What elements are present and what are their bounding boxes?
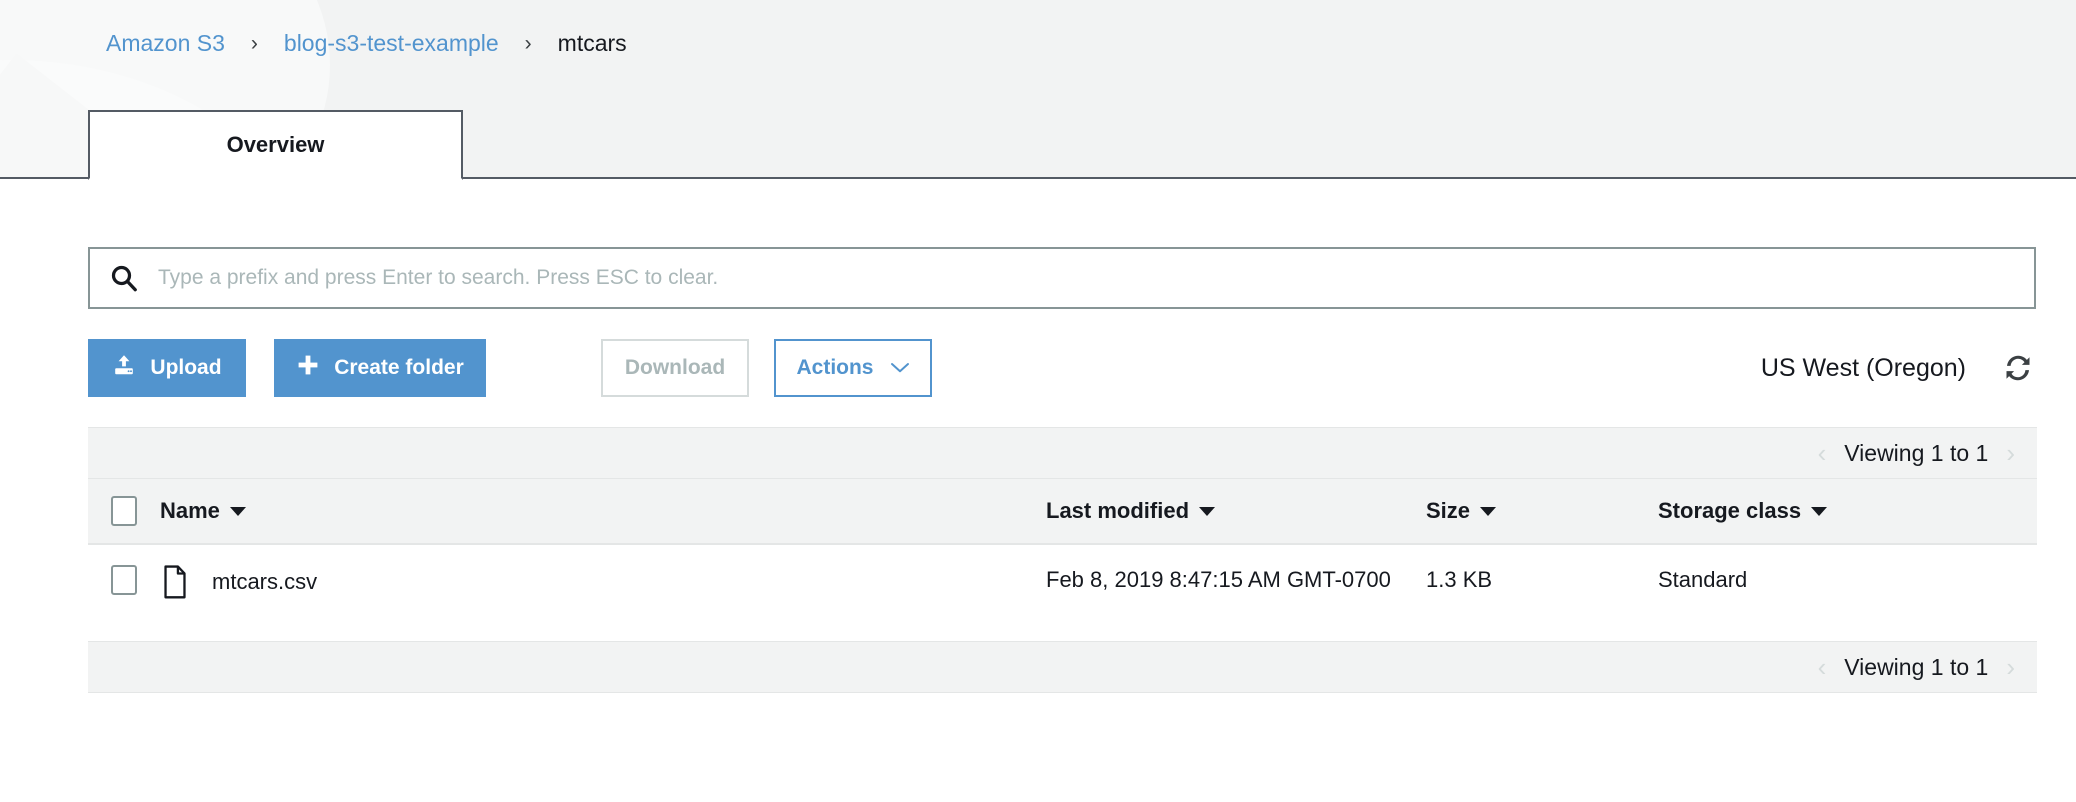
column-header-name[interactable]: Name (160, 498, 246, 524)
upload-icon (112, 353, 136, 383)
actions-button-label: Actions (796, 356, 874, 379)
select-all-cell (88, 496, 160, 526)
column-header-storage-class[interactable]: Storage class (1658, 498, 1828, 524)
row-select-cell (88, 565, 160, 595)
sort-caret-icon (229, 506, 246, 516)
column-header-size-label: Size (1426, 498, 1471, 523)
file-icon (160, 565, 190, 599)
breadcrumb-separator: › (524, 31, 532, 55)
file-name-link[interactable]: mtcars.csv (212, 569, 317, 595)
pagination-label: Viewing 1 to 1 (1844, 653, 1989, 680)
chevron-left-icon[interactable]: ‹ (1818, 440, 1827, 466)
pagination-label: Viewing 1 to 1 (1844, 439, 1989, 466)
pagination-top: ‹ Viewing 1 to 1 › (88, 427, 2037, 479)
column-header-storage-class-label: Storage class (1658, 498, 1802, 523)
create-folder-button-label: Create folder (334, 356, 464, 379)
region-selector: US West (Oregon) (1761, 339, 2036, 397)
search-icon (98, 263, 150, 293)
chevron-left-icon[interactable]: ‹ (1818, 654, 1827, 680)
tab-overview[interactable]: Overview (88, 110, 463, 180)
sort-caret-icon (1199, 506, 1216, 516)
breadcrumb-item-amazon-s3[interactable]: Amazon S3 (106, 30, 225, 57)
select-all-checkbox[interactable] (111, 496, 137, 526)
column-header-name-cell: Name (160, 498, 1046, 524)
column-header-size-cell: Size (1426, 498, 1658, 524)
search-input[interactable] (150, 266, 2034, 290)
breadcrumb-item-bucket[interactable]: blog-s3-test-example (284, 30, 499, 57)
chevron-right-icon[interactable]: › (2006, 440, 2015, 466)
row-last-modified: Feb 8, 2019 8:47:15 AM GMT-0700 (1046, 567, 1391, 592)
row-storage-class: Standard (1658, 567, 1748, 592)
row-checkbox[interactable] (111, 565, 137, 595)
action-toolbar: Upload Create folder Download Actions US… (88, 339, 2036, 397)
chevron-right-icon[interactable]: › (2006, 654, 2015, 680)
table-header-row: Name Last modified Size Storage class (88, 479, 2037, 545)
download-button[interactable]: Download (601, 339, 749, 397)
row-name-cell: mtcars.csv (160, 565, 1046, 599)
column-header-last-modified-cell: Last modified (1046, 498, 1426, 524)
content-panel: Upload Create folder Download Actions (0, 179, 2076, 802)
column-header-last-modified[interactable]: Last modified (1046, 498, 1216, 524)
breadcrumb-item-current: mtcars (557, 29, 627, 56)
column-header-last-modified-label: Last modified (1046, 498, 1190, 523)
region-label: US West (Oregon) (1760, 353, 1966, 382)
column-header-size[interactable]: Size (1426, 498, 1497, 524)
breadcrumb-separator: › (250, 31, 258, 55)
chevron-down-icon (890, 356, 910, 380)
sort-caret-icon (1811, 506, 1828, 516)
table-row: mtcars.csv Feb 8, 2019 8:47:15 AM GMT-07… (88, 545, 2037, 641)
column-header-name-label: Name (160, 498, 220, 523)
search-bar[interactable] (88, 247, 2036, 309)
plus-icon (296, 353, 320, 383)
object-table: ‹ Viewing 1 to 1 › Name Last modified Si… (88, 427, 2037, 693)
refresh-icon[interactable] (2000, 350, 2036, 386)
column-header-storage-class-cell: Storage class (1658, 498, 2037, 524)
actions-button[interactable]: Actions (774, 339, 932, 397)
upload-button[interactable]: Upload (88, 339, 246, 397)
row-size: 1.3 KB (1426, 567, 1493, 592)
download-button-label: Download (624, 356, 726, 379)
breadcrumb: Amazon S3 › blog-s3-test-example › mtcar… (106, 28, 627, 58)
pagination-bottom: ‹ Viewing 1 to 1 › (88, 641, 2037, 693)
sort-caret-icon (1480, 506, 1497, 516)
create-folder-button[interactable]: Create folder (274, 339, 486, 397)
upload-button-label: Upload (150, 356, 222, 379)
